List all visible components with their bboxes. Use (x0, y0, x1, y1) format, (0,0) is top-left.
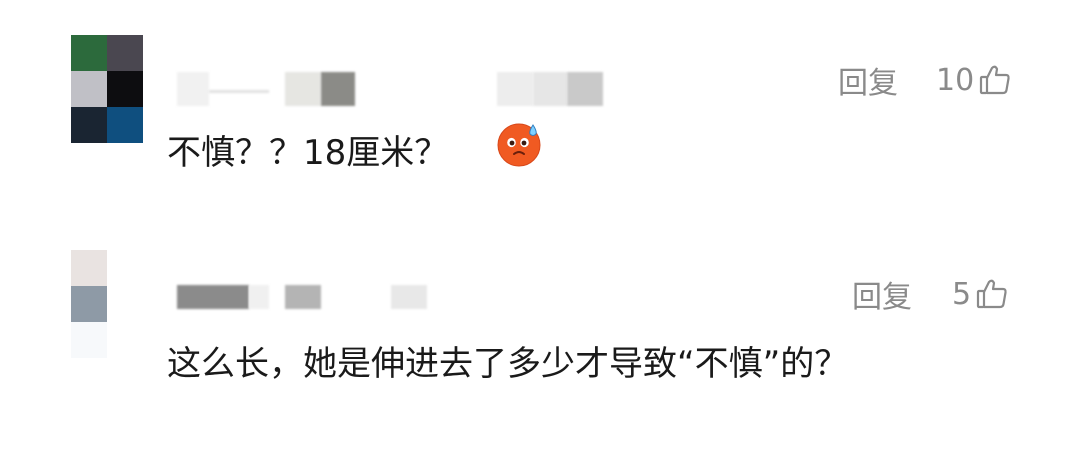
avatar-pixel (107, 286, 143, 322)
comment-text: 这么长，她是伸进去了多少才导致“不慎”的？ (167, 344, 849, 384)
avatar-pixel (107, 35, 143, 71)
like-count: 10 (936, 62, 975, 98)
avatar-pixel (71, 322, 107, 358)
comment-text: 不慎？？18厘米？ (167, 133, 449, 173)
thumbs-up-icon[interactable] (978, 63, 1012, 97)
like-count: 5 (952, 276, 972, 312)
avatar[interactable] (71, 35, 143, 143)
reply-button[interactable]: 回复 (838, 58, 898, 102)
avatar-pixel (71, 71, 107, 107)
avatar-pixel (107, 322, 143, 358)
comment-actions: 回复 10 (838, 58, 1012, 102)
avatar-pixel (107, 107, 143, 143)
avatar-pixel (71, 107, 107, 143)
comment-actions: 回复 5 (852, 272, 1009, 316)
avatar-pixel (107, 71, 143, 107)
sweat-face-emoji (497, 123, 541, 167)
avatar-pixel (107, 250, 143, 286)
thumbs-up-icon[interactable] (975, 277, 1009, 311)
avatar[interactable] (71, 250, 143, 358)
avatar-pixel (71, 35, 107, 71)
avatar-pixel (71, 286, 107, 322)
comment-item: 回复 10 不慎？？18厘米？ (0, 0, 1080, 220)
avatar-pixel (71, 250, 107, 286)
comment-item: 回复 5 这么长，她是伸进去了多少才导致“不慎”的？ (0, 220, 1080, 452)
reply-button[interactable]: 回复 (852, 272, 912, 316)
